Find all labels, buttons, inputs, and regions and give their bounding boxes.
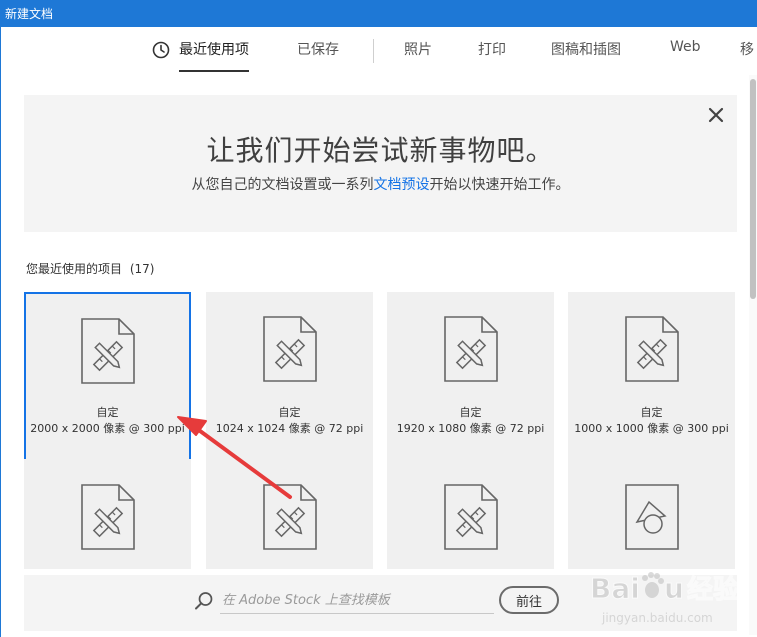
search-icon	[195, 592, 213, 610]
card-name: 自定	[459, 406, 482, 419]
watermark-brand: Bai	[590, 572, 640, 605]
baidu-watermark-logo: Bai u 经验 jingyan.baidu.com	[590, 572, 740, 626]
new-document-dialog: 最近使用项 已保存 照片 打印 图稿和插图 Web 移 让我们开始尝试新事物吧。…	[0, 27, 757, 637]
tab-web[interactable]: Web	[670, 39, 701, 55]
scrollbar-thumb[interactable]	[750, 79, 756, 299]
document-ruler-pencil-icon	[443, 484, 498, 550]
tab-recent[interactable]: 最近使用项	[179, 39, 249, 72]
recent-items-text: 您最近使用的项目	[26, 262, 123, 276]
window-titlebar: 新建文档	[0, 0, 757, 27]
recent-preset-card[interactable]: 自定 1920 x 1080 像素 @ 72 ppi	[387, 292, 554, 471]
document-ruler-pencil-icon	[262, 484, 317, 550]
go-button[interactable]: 前往	[499, 586, 559, 614]
tab-print[interactable]: 打印	[478, 39, 506, 59]
preset-tabs: 最近使用项 已保存 照片 打印 图稿和插图 Web 移	[1, 27, 757, 75]
recent-preset-card[interactable]	[568, 459, 735, 569]
document-ruler-pencil-icon	[262, 316, 317, 382]
card-size: 2000 x 2000 像素 @ 300 ppi	[30, 422, 185, 435]
document-ruler-pencil-icon	[624, 316, 679, 382]
clock-icon	[152, 41, 170, 59]
document-presets-link[interactable]: 文档预设	[374, 177, 430, 193]
banner-subtitle: 从您自己的文档设置或一系列文档预设开始以快速开始工作。	[24, 174, 737, 194]
watermark-url: jingyan.baidu.com	[601, 611, 713, 625]
banner-title: 让我们开始尝试新事物吧。	[206, 134, 555, 167]
document-ruler-pencil-icon	[80, 318, 135, 384]
recent-preset-card[interactable]	[206, 459, 373, 569]
watermark-brand-cn: 经验	[687, 574, 739, 605]
stock-search-input[interactable]	[220, 587, 494, 614]
card-size: 1024 x 1024 像素 @ 72 ppi	[215, 422, 364, 435]
tab-divider	[373, 39, 374, 63]
card-name: 自定	[640, 406, 663, 419]
tab-saved[interactable]: 已保存	[297, 39, 339, 59]
document-ruler-pencil-icon	[443, 316, 498, 382]
recent-preset-card[interactable]	[24, 459, 191, 569]
welcome-banner: 让我们开始尝试新事物吧。 从您自己的文档设置或一系列文档预设开始以快速开始工作。	[24, 95, 737, 232]
document-ruler-pencil-icon	[80, 484, 135, 550]
window-title: 新建文档	[5, 7, 54, 21]
card-name: 自定	[278, 406, 301, 419]
recent-preset-card[interactable]	[387, 459, 554, 569]
recent-items-label: 您最近使用的项目 (17)	[26, 260, 154, 277]
card-size: 1920 x 1080 像素 @ 72 ppi	[396, 422, 545, 435]
document-shapes-icon	[624, 484, 679, 550]
close-icon[interactable]	[705, 104, 727, 126]
card-size: 1000 x 1000 像素 @ 300 ppi	[574, 422, 729, 435]
recent-items-count: (17)	[129, 262, 155, 276]
tab-art-illustration[interactable]: 图稿和插图	[551, 39, 621, 59]
recent-preset-card[interactable]: 自定 1024 x 1024 像素 @ 72 ppi	[206, 292, 373, 471]
watermark-brand-end: u	[664, 572, 684, 605]
card-name: 自定	[96, 406, 119, 419]
banner-subtitle-before: 从您自己的文档设置或一系列	[191, 177, 374, 193]
banner-subtitle-after: 开始以快速开始工作。	[429, 177, 570, 193]
tab-mobile[interactable]: 移	[740, 39, 754, 59]
recent-preset-card[interactable]: 自定 1000 x 1000 像素 @ 300 ppi	[568, 292, 735, 471]
tab-photo[interactable]: 照片	[404, 39, 432, 59]
paw-icon	[642, 572, 664, 598]
recent-preset-card[interactable]: 自定 2000 x 2000 像素 @ 300 ppi	[24, 292, 191, 471]
